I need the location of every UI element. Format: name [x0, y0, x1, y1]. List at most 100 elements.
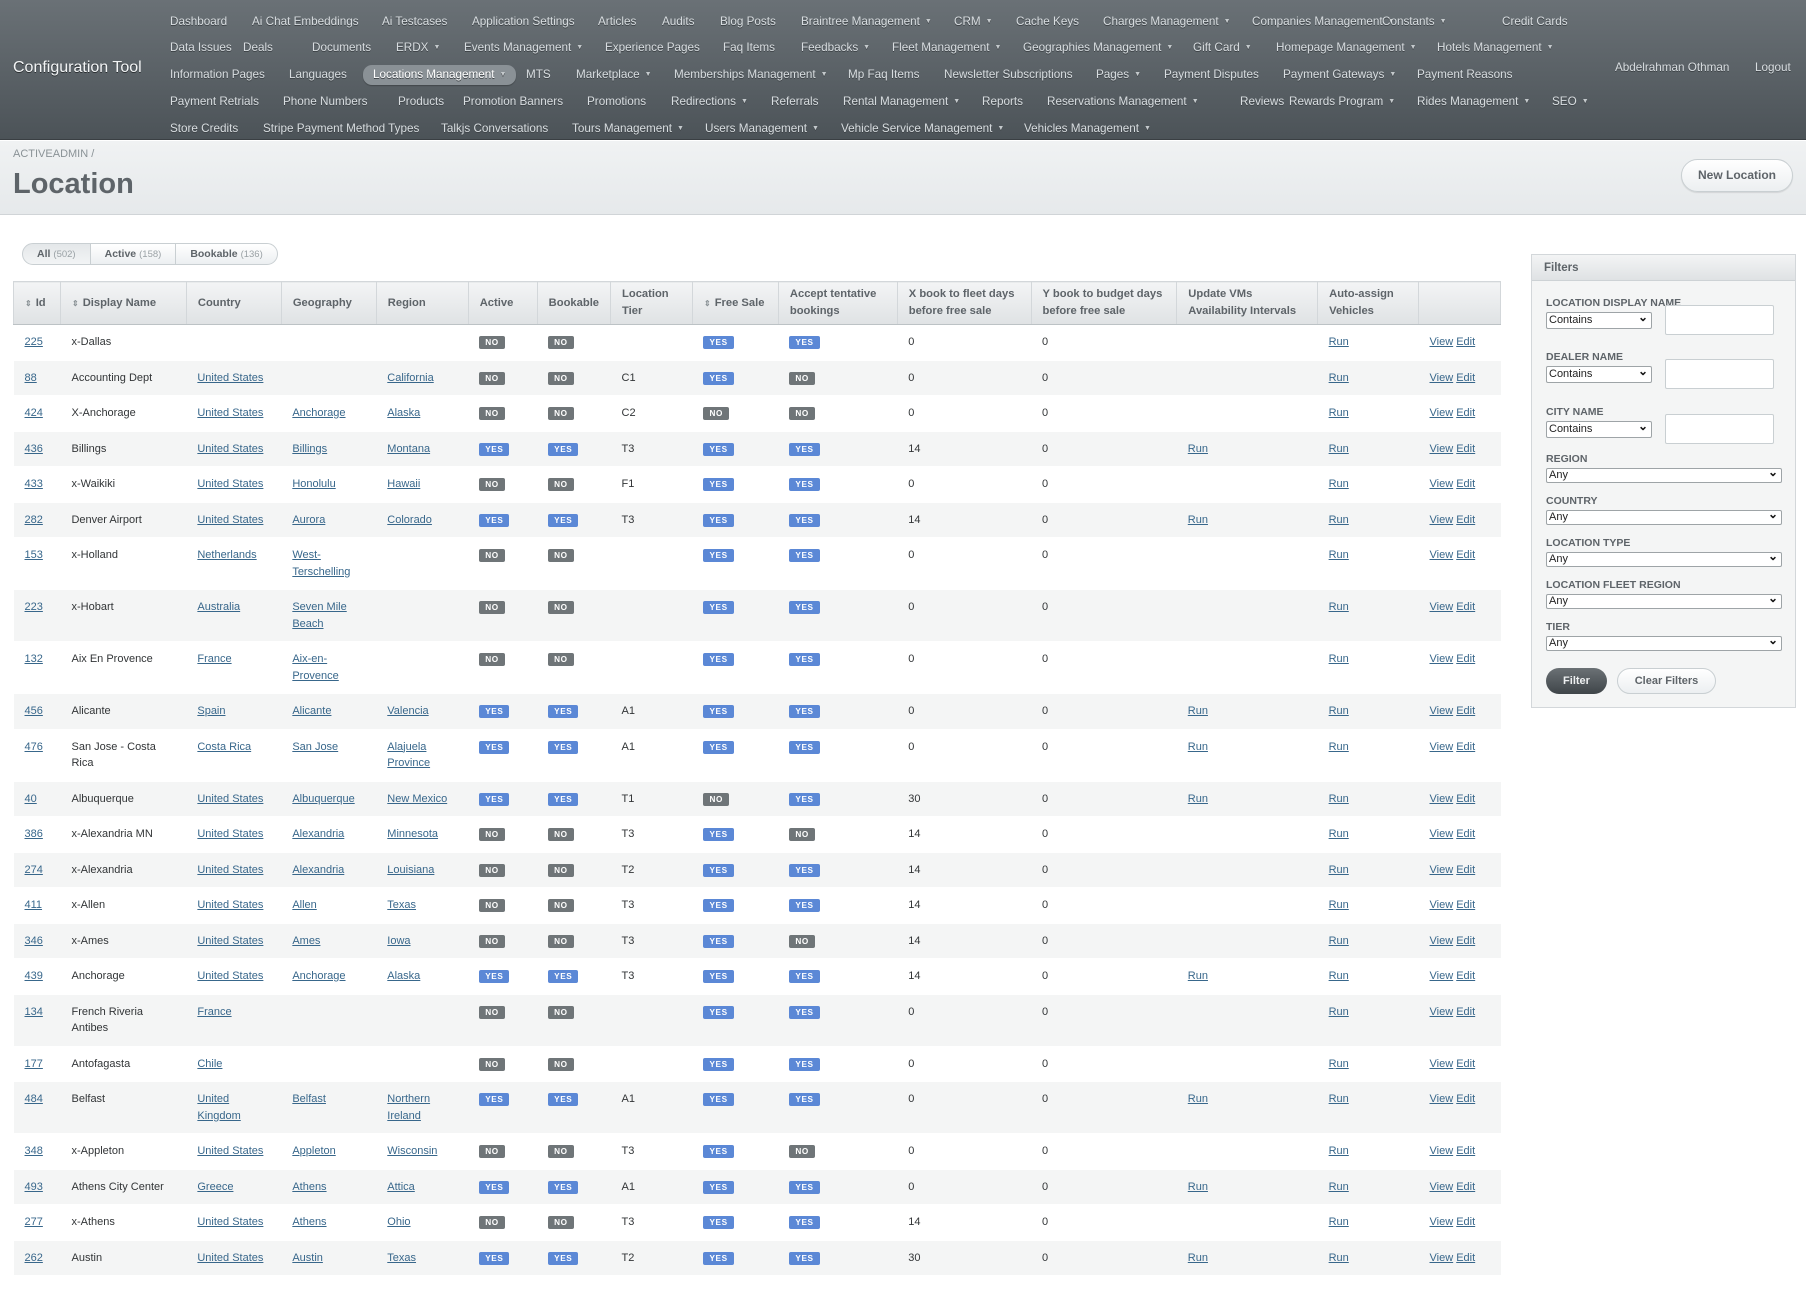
- country-link[interactable]: United States: [197, 935, 263, 947]
- region-link[interactable]: Louisiana: [387, 864, 434, 876]
- nav-item-deals[interactable]: Deals: [243, 40, 273, 56]
- geography-link[interactable]: Allen: [292, 899, 316, 911]
- region-link[interactable]: New Mexico: [387, 793, 447, 805]
- edit-link[interactable]: Edit: [1456, 443, 1475, 455]
- country-link[interactable]: United States: [197, 1145, 263, 1157]
- clear-filters-button[interactable]: Clear Filters: [1617, 668, 1716, 694]
- geography-link[interactable]: San Jose: [292, 741, 338, 753]
- auto-assign-run-link[interactable]: Run: [1329, 1145, 1349, 1157]
- nav-item-information-pages[interactable]: Information Pages: [170, 67, 265, 83]
- update-vms-run-link[interactable]: Run: [1188, 1181, 1208, 1193]
- region-link[interactable]: Wisconsin: [387, 1145, 437, 1157]
- id-link[interactable]: 88: [25, 372, 37, 384]
- nav-item-reviews[interactable]: Reviews: [1240, 94, 1284, 110]
- view-link[interactable]: View: [1430, 970, 1454, 982]
- id-link[interactable]: 225: [25, 336, 43, 348]
- id-link[interactable]: 484: [25, 1093, 43, 1105]
- id-link[interactable]: 433: [25, 478, 43, 490]
- geography-link[interactable]: West-Terschelling: [292, 549, 350, 578]
- edit-link[interactable]: Edit: [1456, 549, 1475, 561]
- country-link[interactable]: United States: [197, 828, 263, 840]
- auto-assign-run-link[interactable]: Run: [1329, 1093, 1349, 1105]
- country-link[interactable]: United States: [197, 970, 263, 982]
- city-name-operator-select[interactable]: Contains: [1546, 419, 1652, 438]
- edit-link[interactable]: Edit: [1456, 899, 1475, 911]
- country-link[interactable]: Costa Rica: [197, 741, 251, 753]
- id-link[interactable]: 134: [25, 1006, 43, 1018]
- nav-item-application-settings[interactable]: Application Settings: [472, 14, 575, 30]
- view-link[interactable]: View: [1430, 705, 1454, 717]
- nav-item-reports[interactable]: Reports: [982, 94, 1023, 110]
- nav-item-locations-management[interactable]: Locations Management ▼: [363, 65, 517, 85]
- edit-link[interactable]: Edit: [1456, 407, 1475, 419]
- country-link[interactable]: United States: [197, 478, 263, 490]
- id-link[interactable]: 223: [25, 601, 43, 613]
- nav-item-referrals[interactable]: Referrals: [771, 94, 818, 110]
- view-link[interactable]: View: [1430, 1181, 1454, 1193]
- id-link[interactable]: 153: [25, 549, 43, 561]
- view-link[interactable]: View: [1430, 1145, 1454, 1157]
- auto-assign-run-link[interactable]: Run: [1329, 864, 1349, 876]
- auto-assign-run-link[interactable]: Run: [1329, 828, 1349, 840]
- region-link[interactable]: Minnesota: [387, 828, 438, 840]
- column-header-display-name[interactable]: ⇕ Display Name: [59, 281, 187, 325]
- nav-item-braintree-management[interactable]: Braintree Management ▼: [801, 14, 932, 30]
- country-link[interactable]: France: [197, 1006, 231, 1018]
- region-link[interactable]: Iowa: [387, 935, 410, 947]
- view-link[interactable]: View: [1430, 549, 1454, 561]
- id-link[interactable]: 262: [25, 1252, 43, 1264]
- view-link[interactable]: View: [1430, 741, 1454, 753]
- scope-all[interactable]: All (502): [22, 243, 91, 265]
- country-link[interactable]: United States: [197, 1252, 263, 1264]
- edit-link[interactable]: Edit: [1456, 1181, 1475, 1193]
- geography-link[interactable]: Anchorage: [292, 970, 345, 982]
- edit-link[interactable]: Edit: [1456, 1216, 1475, 1228]
- nav-item-ai-testcases[interactable]: Ai Testcases: [382, 14, 447, 30]
- nav-item-phone-numbers[interactable]: Phone Numbers: [283, 94, 367, 110]
- id-link[interactable]: 282: [25, 514, 43, 526]
- nav-item-store-credits[interactable]: Store Credits: [170, 121, 238, 137]
- nav-item-erdx[interactable]: ERDX ▼: [396, 40, 440, 56]
- nav-item-products[interactable]: Products: [398, 94, 444, 110]
- nav-item-ai-chat-embeddings[interactable]: Ai Chat Embeddings: [252, 14, 359, 30]
- nav-item-rewards-program[interactable]: Rewards Program ▼: [1289, 94, 1395, 110]
- nav-item-languages[interactable]: Languages: [289, 67, 347, 83]
- edit-link[interactable]: Edit: [1456, 864, 1475, 876]
- edit-link[interactable]: Edit: [1456, 828, 1475, 840]
- id-link[interactable]: 348: [25, 1145, 43, 1157]
- view-link[interactable]: View: [1430, 1058, 1454, 1070]
- id-link[interactable]: 476: [25, 741, 43, 753]
- nav-item-marketplace[interactable]: Marketplace ▼: [576, 67, 652, 83]
- edit-link[interactable]: Edit: [1456, 1093, 1475, 1105]
- region-link[interactable]: Alajuela Province: [387, 741, 430, 770]
- view-link[interactable]: View: [1430, 1006, 1454, 1018]
- nav-item-companies-management[interactable]: Companies Management ▼: [1252, 14, 1395, 30]
- edit-link[interactable]: Edit: [1456, 336, 1475, 348]
- auto-assign-run-link[interactable]: Run: [1329, 478, 1349, 490]
- region-link[interactable]: Attica: [387, 1181, 415, 1193]
- nav-item-credit-cards[interactable]: Credit Cards: [1502, 14, 1568, 30]
- dealer-name-operator-select[interactable]: Contains: [1546, 364, 1652, 383]
- nav-item-seo[interactable]: SEO ▼: [1552, 94, 1589, 110]
- geography-link[interactable]: Austin: [292, 1252, 323, 1264]
- update-vms-run-link[interactable]: Run: [1188, 705, 1208, 717]
- country-link[interactable]: Australia: [197, 601, 240, 613]
- view-link[interactable]: View: [1430, 336, 1454, 348]
- auto-assign-run-link[interactable]: Run: [1329, 549, 1349, 561]
- geography-link[interactable]: Seven Mile Beach: [292, 601, 346, 630]
- nav-item-stripe-payment-method-types[interactable]: Stripe Payment Method Types: [263, 121, 419, 137]
- edit-link[interactable]: Edit: [1456, 970, 1475, 982]
- geography-link[interactable]: Athens: [292, 1181, 326, 1193]
- nav-item-articles[interactable]: Articles: [598, 14, 636, 30]
- region-link[interactable]: Alaska: [387, 407, 420, 419]
- country-link[interactable]: United States: [197, 372, 263, 384]
- geography-link[interactable]: Anchorage: [292, 407, 345, 419]
- auto-assign-run-link[interactable]: Run: [1329, 935, 1349, 947]
- tier-select[interactable]: Any: [1546, 634, 1782, 651]
- view-link[interactable]: View: [1430, 1093, 1454, 1105]
- auto-assign-run-link[interactable]: Run: [1329, 1006, 1349, 1018]
- nav-item-geographies-management[interactable]: Geographies Management ▼: [1023, 40, 1173, 56]
- edit-link[interactable]: Edit: [1456, 935, 1475, 947]
- view-link[interactable]: View: [1430, 1216, 1454, 1228]
- breadcrumb-link[interactable]: ACTIVEADMIN: [13, 148, 88, 160]
